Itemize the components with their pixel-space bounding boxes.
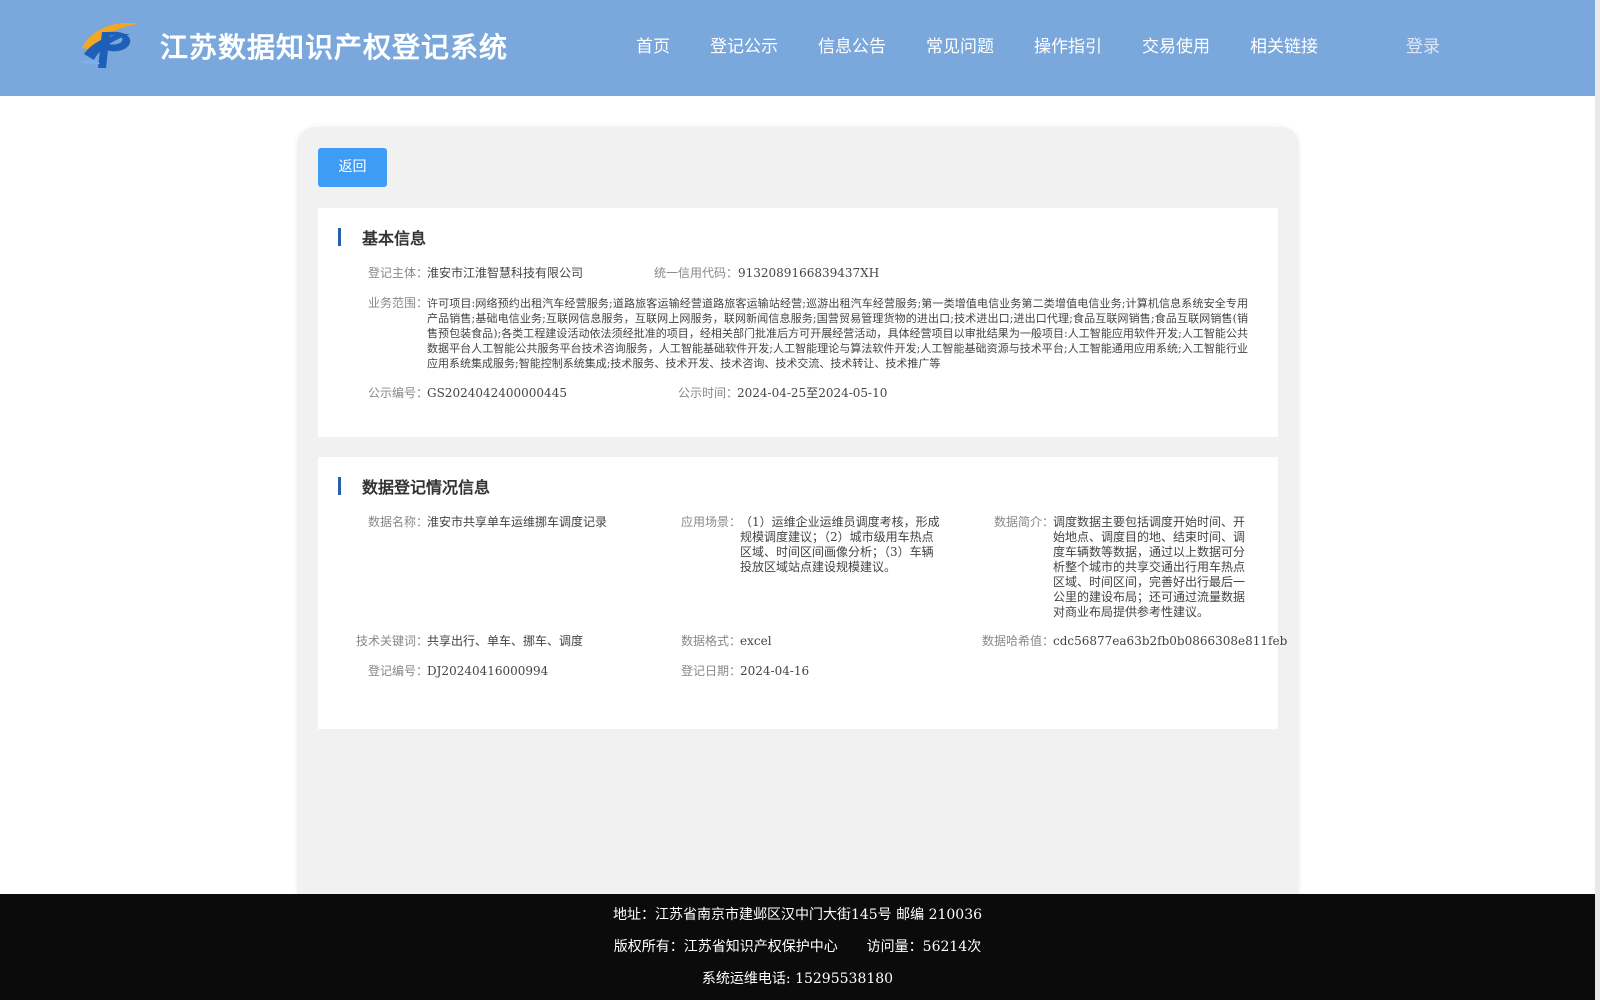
registration-info-panel: 数据登记情况信息 数据名称： 淮安市共享单车运维挪车调度记录 应用场景： （1）… — [318, 457, 1287, 729]
keywords-field: 技术关键词： 共享出行、单车、挪车、调度 — [356, 634, 656, 649]
subject-value: 淮安市江淮智慧科技有限公司 — [427, 266, 584, 280]
footer-visits: 访问量：56214次 — [866, 939, 982, 955]
login-link[interactable]: 登录 — [1406, 0, 1440, 96]
page-footer: 地址：江苏省南京市建邺区汉中门大街145号 邮编 210036 版权所有：江苏省… — [0, 894, 1595, 1000]
nav-item-trade-use[interactable]: 交易使用 — [1142, 0, 1210, 96]
notice-time-label: 公示时间： — [678, 386, 739, 400]
section-header: 数据登记情况信息 — [338, 477, 491, 497]
detail-card: 返回 基本信息 登记主体： 淮安市江淮智慧科技有限公司 统一信用代码： 9132… — [297, 127, 1299, 907]
keywords-label: 技术关键词： — [356, 634, 429, 648]
notice-time-field: 公示时间： 2024-04-25至2024-05-10 — [678, 386, 978, 401]
nav-item-announcements[interactable]: 信息公告 — [818, 0, 886, 96]
footer-phone: 系统运维电话: 15295538180 — [701, 971, 894, 987]
notice-number-label: 公示编号： — [368, 386, 429, 400]
scenario-value: （1）运维企业运维员调度考核，形成规模调度建议；（2）城市级用车热点区域、时间区… — [740, 515, 940, 574]
business-scope-value: 许可项目:网络预约出租汽车经营服务;道路旅客运输经营道路旅客运输站经营;巡游出租… — [427, 297, 1248, 370]
format-field: 数据格式： excel — [681, 634, 951, 649]
subject-field: 登记主体： 淮安市江淮智慧科技有限公司 — [368, 266, 668, 281]
reg-date-value: 2024-04-16 — [740, 664, 810, 678]
hash-label: 数据哈希值： — [982, 634, 1055, 648]
jiangsu-ip-logo-icon — [80, 22, 138, 68]
footer-copyright-line: 版权所有：江苏省知识产权保护中心 访问量：56214次 — [0, 936, 1595, 956]
hash-field: 数据哈希值： cdc56877ea63b2fb0b0866308e811feb — [982, 634, 1287, 649]
data-name-field: 数据名称： 淮安市共享单车运维挪车调度记录 — [368, 515, 668, 530]
hash-value: cdc56877ea63b2fb0b0866308e811feb — [1053, 634, 1288, 648]
back-button[interactable]: 返回 — [318, 148, 387, 187]
scenario-field: 应用场景： （1）运维企业运维员调度考核，形成规模调度建议；（2）城市级用车热点… — [681, 515, 951, 575]
reg-number-label: 登记编号： — [368, 664, 429, 678]
credit-code-value: 9132089166839437XH — [738, 266, 880, 280]
business-scope-field: 业务范围： 许可项目:网络预约出租汽车经营服务;道路旅客运输经营道路旅客运输站经… — [368, 296, 1248, 371]
notice-number-field: 公示编号： GS2024042400000445 — [368, 386, 668, 401]
section-header: 基本信息 — [338, 228, 427, 248]
top-header: 江苏数据知识产权登记系统 首页 登记公示 信息公告 常见问题 操作指引 交易使用… — [0, 0, 1595, 96]
footer-copyright: 版权所有：江苏省知识产权保护中心 — [613, 939, 838, 955]
nav-item-registration-notice[interactable]: 登记公示 — [710, 0, 778, 96]
nav-item-guide[interactable]: 操作指引 — [1034, 0, 1102, 96]
site-title: 江苏数据知识产权登记系统 — [160, 31, 509, 64]
format-value: excel — [740, 634, 772, 648]
basic-info-title: 基本信息 — [362, 229, 427, 248]
reg-number-value: DJ20240416000994 — [427, 664, 549, 678]
intro-value: 调度数据主要包括调度开始时间、开始地点、调度目的地、结束时间、调度车辆数等数据，… — [1053, 515, 1246, 619]
format-label: 数据格式： — [681, 634, 742, 648]
data-name-label: 数据名称： — [368, 515, 429, 529]
credit-code-field: 统一信用代码： 9132089166839437XH — [654, 266, 954, 281]
nav-item-faq[interactable]: 常见问题 — [926, 0, 994, 96]
section-accent-bar — [338, 477, 341, 495]
main-nav: 首页 登记公示 信息公告 常见问题 操作指引 交易使用 相关链接 — [620, 0, 1358, 96]
credit-code-label: 统一信用代码： — [654, 266, 739, 280]
nav-item-home[interactable]: 首页 — [636, 0, 670, 96]
intro-field: 数据简介： 调度数据主要包括调度开始时间、开始地点、调度目的地、结束时间、调度车… — [994, 515, 1264, 620]
reg-date-field: 登记日期： 2024-04-16 — [681, 664, 951, 679]
footer-address: 地址：江苏省南京市建邺区汉中门大街145号 邮编 210036 — [612, 907, 983, 923]
section-accent-bar — [338, 228, 341, 246]
basic-info-panel: 基本信息 登记主体： 淮安市江淮智慧科技有限公司 统一信用代码： 9132089… — [318, 208, 1278, 437]
reg-date-label: 登记日期： — [681, 664, 742, 678]
notice-time-value: 2024-04-25至2024-05-10 — [737, 386, 888, 400]
nav-item-links[interactable]: 相关链接 — [1250, 0, 1318, 96]
notice-number-value: GS2024042400000445 — [427, 386, 567, 400]
subject-label: 登记主体： — [368, 266, 429, 280]
intro-label: 数据简介： — [994, 515, 1055, 529]
data-name-value: 淮安市共享单车运维挪车调度记录 — [427, 515, 608, 529]
scenario-label: 应用场景： — [681, 515, 742, 529]
reg-number-field: 登记编号： DJ20240416000994 — [368, 664, 668, 679]
scrollbar-track[interactable] — [1595, 0, 1600, 1000]
business-scope-label: 业务范围： — [368, 296, 429, 310]
registration-info-title: 数据登记情况信息 — [362, 478, 491, 497]
keywords-value: 共享出行、单车、挪车、调度 — [427, 634, 584, 648]
